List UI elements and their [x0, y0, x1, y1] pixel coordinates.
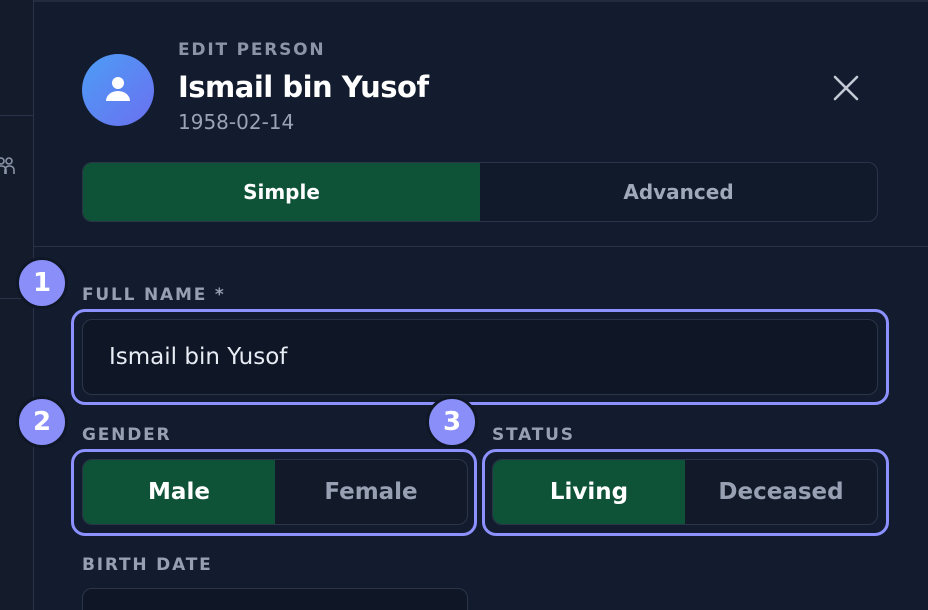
gender-label: GENDER	[82, 425, 172, 445]
close-button[interactable]	[828, 72, 864, 108]
status-label: STATUS	[492, 425, 575, 445]
step-badge-2: 2	[16, 396, 68, 448]
mode-tabs: Simple Advanced	[82, 162, 878, 222]
person-name-title: Ismail bin Yusof	[178, 70, 429, 104]
gender-toggle: Male Female	[82, 459, 468, 525]
panel-eyebrow: EDIT PERSON	[178, 40, 326, 60]
gender-female-option[interactable]: Female	[275, 460, 467, 524]
person-birth-date: 1958-02-14	[178, 110, 295, 134]
people-icon[interactable]	[0, 154, 22, 184]
status-living-option[interactable]: Living	[493, 460, 685, 524]
step-badge-3: 3	[426, 396, 478, 448]
birth-date-label: BIRTH DATE	[82, 555, 213, 575]
header-divider	[34, 246, 928, 247]
gender-male-option[interactable]: Male	[83, 460, 275, 524]
rail-divider	[0, 115, 33, 116]
user-icon	[103, 73, 133, 107]
tab-simple[interactable]: Simple	[83, 163, 480, 221]
tab-advanced[interactable]: Advanced	[480, 163, 877, 221]
full-name-input[interactable]: Ismail bin Yusof	[82, 319, 878, 395]
birth-date-input[interactable]	[82, 588, 468, 610]
status-deceased-option[interactable]: Deceased	[685, 460, 877, 524]
full-name-label: FULL NAME *	[82, 285, 226, 305]
avatar	[82, 54, 154, 126]
close-icon	[833, 75, 859, 105]
status-toggle: Living Deceased	[492, 459, 878, 525]
panel-top-border	[34, 0, 928, 2]
step-badge-1: 1	[16, 257, 68, 309]
